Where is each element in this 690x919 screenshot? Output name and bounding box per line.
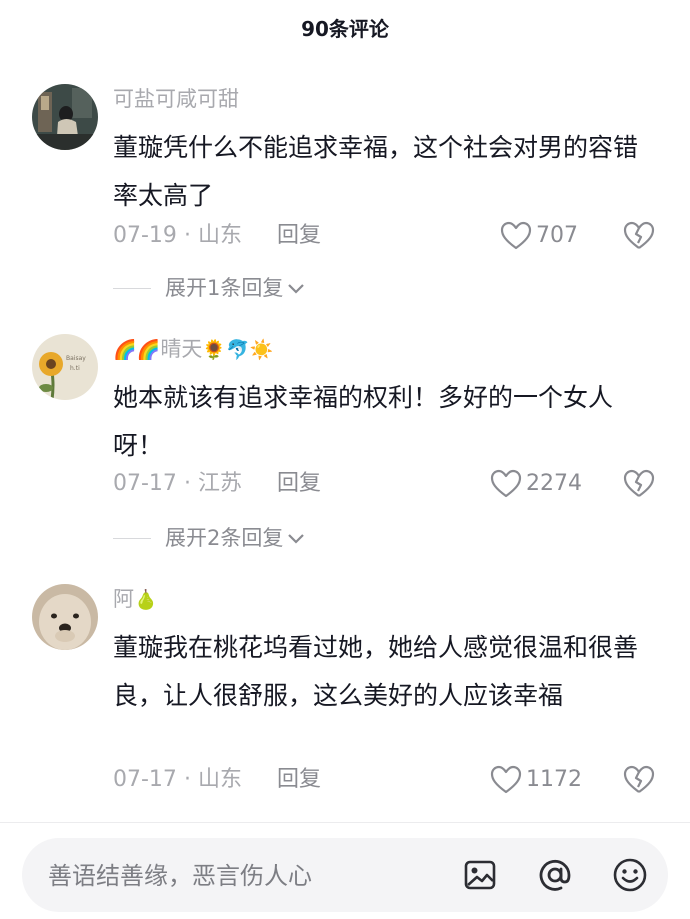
svg-text:h.ti: h.ti [70, 365, 80, 372]
comment-input-bar [22, 838, 668, 914]
comment-meta: 07-17 · 山东 回复 [113, 764, 321, 796]
broken-heart-icon [623, 765, 655, 793]
username[interactable]: 可盐可咸可甜 [113, 84, 239, 114]
username[interactable]: 🌈🌈晴天🌻🐬☀️ [113, 334, 273, 364]
comment-date: 07-17 [113, 767, 177, 792]
comment-text: 董璇我在桃花坞看过她，她给人感觉很温和很善良，让人很舒服，这么美好的人应该幸福 [113, 633, 639, 710]
emoji-button[interactable] [612, 857, 648, 893]
broken-heart-icon [623, 469, 655, 497]
comment-text: 董璇凭什么不能追求幸福，这个社会对男的容错率太高了 [113, 133, 639, 210]
broken-heart-icon [623, 221, 655, 249]
username-prefix-emoji: 🌈🌈 [113, 339, 161, 361]
svg-text:Baisay: Baisay [66, 355, 86, 362]
like-count: 1172 [526, 767, 582, 792]
avatar[interactable] [32, 584, 98, 650]
chevron-down-icon [287, 282, 305, 294]
username-emojis: 🍐 [134, 589, 158, 611]
username-text: 阿 [113, 587, 134, 611]
mention-button[interactable] [537, 857, 573, 893]
username-emojis: 🌻🐬☀️ [202, 339, 274, 361]
comment-location: 山东 [197, 223, 242, 248]
at-icon [539, 859, 571, 891]
comment-date: 07-19 [113, 223, 177, 248]
image-button[interactable] [462, 857, 498, 893]
like-count: 2274 [526, 471, 582, 496]
comment-location: 山东 [197, 767, 242, 792]
comment-date: 07-17 [113, 471, 177, 496]
expand-replies-button[interactable]: 展开1条回复 [113, 272, 305, 304]
emoji-icon [613, 858, 647, 892]
meta-separator: · [183, 471, 191, 496]
heart-outline-icon [490, 469, 522, 498]
like-button[interactable]: 2274 [490, 468, 582, 500]
heart-outline-icon [500, 221, 532, 250]
meta-separator: · [183, 223, 191, 248]
comment-location: 江苏 [197, 471, 242, 496]
expand-label: 展开1条回复 [165, 276, 284, 300]
divider-line [113, 537, 151, 539]
divider-line [113, 287, 151, 289]
reply-button[interactable]: 回复 [277, 223, 321, 248]
username-text: 晴天 [160, 337, 203, 361]
like-count: 707 [536, 223, 578, 248]
dislike-button[interactable] [622, 468, 656, 500]
dislike-button[interactable] [622, 220, 656, 252]
expand-label: 展开2条回复 [165, 526, 284, 550]
expand-replies-button[interactable]: 展开2条回复 [113, 522, 305, 554]
reply-button[interactable]: 回复 [277, 767, 321, 792]
heart-outline-icon [490, 765, 522, 794]
image-icon [464, 860, 496, 890]
username[interactable]: 阿🍐 [113, 584, 158, 614]
avatar[interactable] [32, 84, 98, 150]
comment-text: 她本就该有追求幸福的权利！多好的一个女人呀！ [113, 383, 614, 460]
reply-button[interactable]: 回复 [277, 471, 321, 496]
like-button[interactable]: 1172 [490, 764, 582, 796]
dislike-button[interactable] [622, 764, 656, 796]
chevron-down-icon [287, 532, 305, 544]
comment-input[interactable] [46, 838, 450, 914]
avatar[interactable]: Baisay h.ti [32, 334, 98, 400]
page-title: 90条评论 [301, 17, 389, 41]
like-button[interactable]: 707 [500, 220, 578, 252]
divider [0, 822, 690, 823]
comment-meta: 07-19 · 山东 回复 [113, 220, 321, 252]
comment-meta: 07-17 · 江苏 回复 [113, 468, 321, 500]
meta-separator: · [183, 767, 191, 792]
